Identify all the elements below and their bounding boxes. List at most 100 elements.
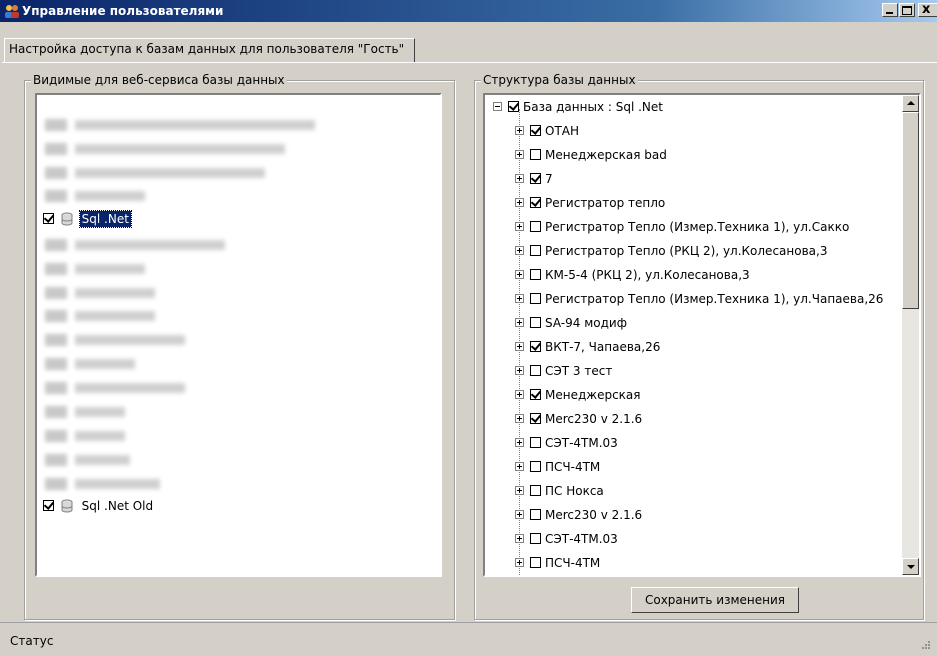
checkbox[interactable] xyxy=(530,365,541,376)
close-icon: x xyxy=(922,2,931,17)
database-structure-group: Структура базы данных База данных : Sql … xyxy=(474,73,924,620)
minimize-button[interactable] xyxy=(882,3,898,17)
expand-icon[interactable] xyxy=(515,390,524,399)
checkbox[interactable] xyxy=(43,500,54,511)
tree-node[interactable]: Менеджерская xyxy=(515,387,641,407)
expand-icon[interactable] xyxy=(515,198,524,207)
checkbox[interactable] xyxy=(530,557,541,568)
database-icon xyxy=(61,499,73,513)
list-item-sql-net[interactable]: Sql .Net xyxy=(43,209,132,231)
checkbox[interactable] xyxy=(530,197,541,208)
expand-icon[interactable] xyxy=(515,246,524,255)
tree-node[interactable]: Регистратор тепло xyxy=(515,195,665,215)
status-text: Статус xyxy=(10,634,54,648)
checkbox[interactable] xyxy=(530,341,541,352)
database-list[interactable]: Sql .Net Sql .Net Old xyxy=(35,93,442,577)
tree-node-label: ОТАН xyxy=(545,123,580,138)
tree-node[interactable]: Менеджерская bad xyxy=(515,147,667,167)
tree-node[interactable]: Merc230 v 2.1.6 xyxy=(515,507,642,527)
checkbox[interactable] xyxy=(530,509,541,520)
checkbox[interactable] xyxy=(530,269,541,280)
tree-root-label: База данных : Sql .Net xyxy=(523,99,663,114)
tree-node-label: ПС Нокса xyxy=(545,483,604,498)
tree-node[interactable]: ПСЧ-4ТМ xyxy=(515,555,600,575)
expand-icon[interactable] xyxy=(515,534,524,543)
tree-node[interactable]: КМ-5-4 (РКЦ 2), ул.Колесанова,3 xyxy=(515,267,750,287)
scroll-thumb[interactable] xyxy=(902,112,919,309)
tree-node-label: 7 xyxy=(545,171,553,186)
expand-icon[interactable] xyxy=(515,438,524,447)
save-changes-button[interactable]: Сохранить изменения xyxy=(631,587,799,613)
tree-node[interactable]: ПС Нокса xyxy=(515,483,604,503)
tree-node[interactable]: СЭТ-4ТМ.03 xyxy=(515,531,618,551)
tree-node-label: Менеджерская xyxy=(545,387,641,402)
checkbox[interactable] xyxy=(530,485,541,496)
tree-node[interactable]: СЭТ 3 тест xyxy=(515,363,612,383)
expand-icon[interactable] xyxy=(515,510,524,519)
tree-node-label: Регистратор Тепло (РКЦ 2), ул.Колесанова… xyxy=(545,243,828,258)
tree-node-label: Merc230 v 2.1.6 xyxy=(545,507,643,522)
checkbox[interactable] xyxy=(530,317,541,328)
tree-node[interactable]: ОТАН xyxy=(515,123,579,143)
window-title: Управление пользователями xyxy=(22,4,224,18)
checkbox[interactable] xyxy=(43,213,54,224)
checkbox[interactable] xyxy=(530,173,541,184)
title-bar[interactable]: Управление пользователями x xyxy=(0,0,937,22)
checkbox[interactable] xyxy=(530,533,541,544)
checkbox[interactable] xyxy=(530,437,541,448)
tree-node-label: ВКТ-7, Чапаева,26 xyxy=(545,339,661,354)
checkbox[interactable] xyxy=(530,461,541,472)
checkbox[interactable] xyxy=(530,125,541,136)
database-tree[interactable]: База данных : Sql .Net ОТАН Менеджерская … xyxy=(483,93,921,577)
checkbox[interactable] xyxy=(530,221,541,232)
tree-node[interactable]: Регистратор Тепло (РКЦ 2), ул.Колесанова… xyxy=(515,243,827,263)
collapse-icon[interactable] xyxy=(493,102,502,111)
visible-databases-group: Видимые для веб-сервиса базы данных Sql … xyxy=(24,73,455,620)
list-item-label: Sql .Net xyxy=(78,209,132,228)
expand-icon[interactable] xyxy=(515,366,524,375)
list-item-label: Sql .Net Old xyxy=(81,498,154,513)
expand-icon[interactable] xyxy=(515,342,524,351)
checkbox[interactable] xyxy=(508,101,519,112)
tree-node[interactable]: SA-94 модиф xyxy=(515,315,627,335)
tree-node-label: СЭТ 3 тест xyxy=(545,363,613,378)
expand-icon[interactable] xyxy=(515,222,524,231)
close-button[interactable]: x xyxy=(918,2,937,17)
database-icon xyxy=(61,212,73,226)
users-icon xyxy=(5,5,19,18)
expand-icon[interactable] xyxy=(515,558,524,567)
tree-node-label: ПСЧ-4ТМ xyxy=(545,459,601,474)
tab-access-settings[interactable]: Настройка доступа к базам данных для пол… xyxy=(4,38,415,62)
expand-icon[interactable] xyxy=(515,486,524,495)
expand-icon[interactable] xyxy=(515,126,524,135)
tree-root[interactable]: База данных : Sql .Net xyxy=(493,99,663,117)
checkbox[interactable] xyxy=(530,245,541,256)
scroll-down-button[interactable] xyxy=(902,558,919,575)
expand-icon[interactable] xyxy=(515,174,524,183)
tree-node[interactable]: 7 xyxy=(515,171,553,191)
tree-node[interactable]: Регистратор Тепло (Измер.Техника 1), ул.… xyxy=(515,291,883,311)
tree-node-label: ПСЧ-4ТМ xyxy=(545,555,601,570)
tree-node[interactable]: Регистратор Тепло (Измер.Техника 1), ул.… xyxy=(515,219,849,239)
expand-icon[interactable] xyxy=(515,270,524,279)
tree-node[interactable]: Merc230 v 2.1.6 xyxy=(515,411,642,431)
tree-node[interactable]: ВКТ-7, Чапаева,26 xyxy=(515,339,660,359)
expand-icon[interactable] xyxy=(515,294,524,303)
tree-node-label: Регистратор тепло xyxy=(545,195,666,210)
vertical-scrollbar[interactable] xyxy=(902,95,919,575)
tree-node[interactable]: СЭТ-4ТМ.03 xyxy=(515,435,618,455)
resize-grip-icon[interactable] xyxy=(921,640,931,650)
expand-icon[interactable] xyxy=(515,462,524,471)
maximize-button[interactable] xyxy=(899,3,915,17)
tree-node-label: Регистратор Тепло (Измер.Техника 1), ул.… xyxy=(545,291,884,306)
checkbox[interactable] xyxy=(530,149,541,160)
checkbox[interactable] xyxy=(530,413,541,424)
expand-icon[interactable] xyxy=(515,414,524,423)
list-item-sql-net-old[interactable]: Sql .Net Old xyxy=(43,498,155,518)
expand-icon[interactable] xyxy=(515,318,524,327)
tree-node[interactable]: ПСЧ-4ТМ xyxy=(515,459,600,479)
checkbox[interactable] xyxy=(530,293,541,304)
scroll-up-button[interactable] xyxy=(902,95,919,112)
checkbox[interactable] xyxy=(530,389,541,400)
expand-icon[interactable] xyxy=(515,150,524,159)
